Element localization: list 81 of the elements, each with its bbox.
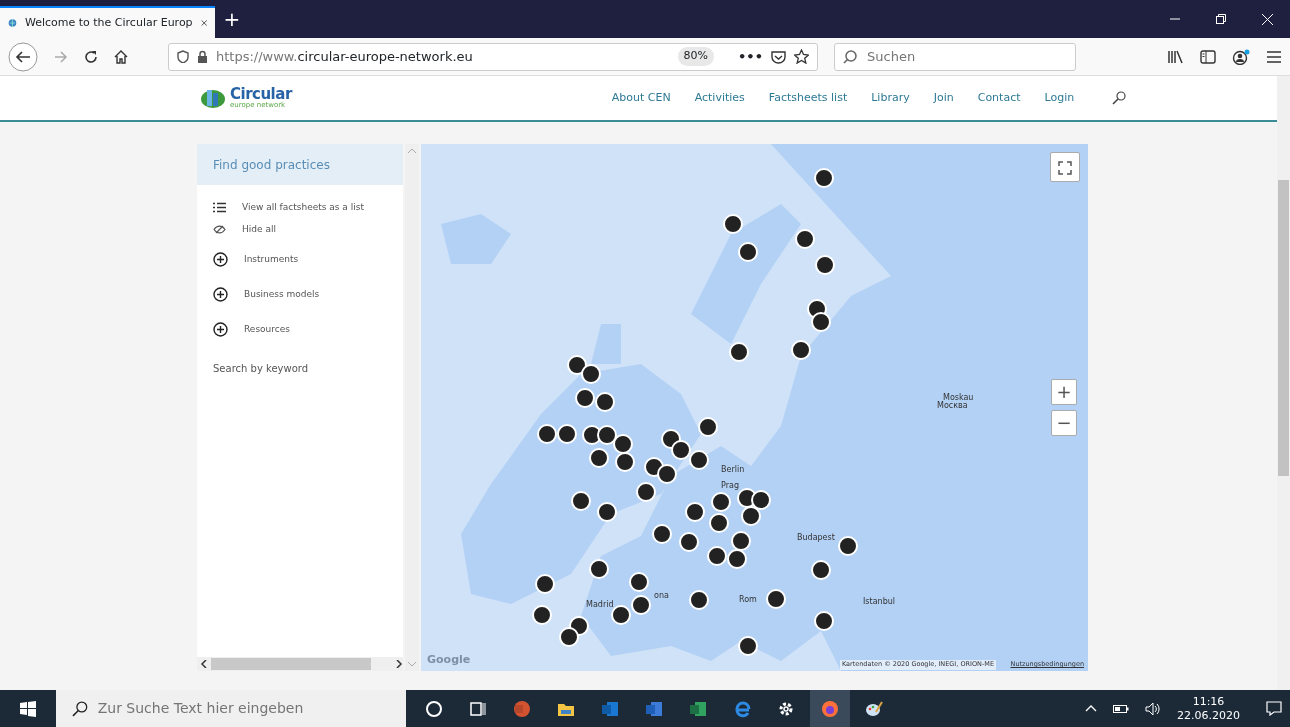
search-icon — [843, 49, 857, 64]
browser-tab[interactable]: Welcome to the Circular Europ — [0, 6, 215, 38]
nav-link[interactable]: About CEN — [611, 89, 671, 107]
zoom-out-button[interactable]: − — [1051, 410, 1077, 436]
mail-app-icon[interactable] — [601, 699, 619, 718]
firefox-icon[interactable] — [821, 699, 839, 718]
search-icon — [72, 700, 88, 717]
city-label: Budapest — [797, 532, 835, 544]
restore-icon[interactable] — [1216, 14, 1226, 24]
taskbar-clock[interactable]: 11:16 22.06.2020 — [1177, 694, 1240, 723]
category-toggle[interactable]: Resources — [213, 322, 387, 337]
battery-icon[interactable] — [1113, 703, 1129, 714]
logo-emblem-icon — [200, 87, 226, 109]
nav-link[interactable]: Library — [871, 89, 910, 107]
shield-icon — [177, 50, 189, 63]
home-icon[interactable] — [114, 49, 128, 64]
city-label: Москва — [937, 401, 968, 412]
back-icon[interactable] — [8, 41, 38, 72]
spreadsheet-app-icon[interactable] — [689, 699, 707, 718]
plus-circle-icon — [213, 287, 228, 302]
plus-circle-icon — [213, 252, 228, 267]
search-keyword-label: Search by keyword — [212, 362, 310, 376]
windows-logo-icon — [20, 700, 36, 717]
city-label: Madrid — [586, 599, 614, 611]
scroll-right-icon[interactable] — [395, 660, 403, 668]
category-toggle[interactable]: Instruments — [213, 252, 387, 267]
account-icon[interactable] — [1232, 48, 1250, 65]
nav-link[interactable]: Contact — [977, 89, 1021, 107]
presentation-app-icon[interactable] — [513, 699, 531, 718]
close-icon[interactable] — [1261, 13, 1273, 25]
menu-icon[interactable] — [1266, 49, 1282, 64]
search-box[interactable]: Suchen — [834, 42, 1076, 71]
reload-icon[interactable] — [84, 49, 98, 64]
pocket-icon[interactable] — [771, 49, 786, 64]
city-label: Istanbul — [863, 596, 895, 608]
panel-title: Find good practices — [197, 144, 403, 185]
city-label: Prag — [721, 480, 739, 492]
nav-link[interactable]: Join — [933, 89, 954, 107]
city-label: Berlin — [721, 464, 745, 476]
fullscreen-button[interactable] — [1050, 152, 1080, 182]
page-scrollbar[interactable] — [1277, 76, 1290, 690]
map-marker-icon[interactable] — [597, 425, 617, 445]
city-label: Rom — [739, 594, 757, 606]
sidebar-link[interactable]: Hide all — [213, 222, 387, 236]
zoom-level-badge[interactable]: 80% — [677, 47, 715, 66]
taskbar-search-field[interactable]: Zur Suche Text hier eingeben — [95, 697, 390, 720]
category-toggle[interactable]: Business models — [213, 287, 387, 302]
new-tab-button[interactable]: + — [215, 0, 249, 38]
search-field[interactable]: Suchen — [865, 45, 1065, 68]
more-actions-button[interactable]: ••• — [738, 46, 763, 67]
nav-link[interactable]: Login — [1044, 89, 1075, 107]
url-text[interactable]: https://www.circular-europe-network.eu — [216, 46, 670, 67]
zoom-in-button[interactable]: + — [1051, 379, 1077, 405]
city-label: ona — [654, 590, 669, 602]
map-provider-logo: Google — [427, 651, 471, 668]
notification-icon[interactable] — [1266, 701, 1282, 716]
city-label: Moskau — [943, 392, 974, 402]
scroll-left-icon[interactable] — [200, 660, 208, 668]
paint-palette-icon[interactable] — [865, 699, 883, 718]
globe-icon — [8, 16, 17, 30]
browser-e-icon[interactable] — [733, 699, 751, 718]
lock-icon — [197, 50, 208, 63]
nav-link[interactable]: Activities — [694, 89, 745, 107]
address-bar[interactable]: https://www.circular-europe-network.eu 80% ••• — [168, 42, 818, 71]
taskbar-search-box[interactable]: Zur Suche Text hier eingeben — [56, 690, 406, 727]
cortana-icon[interactable] — [425, 699, 443, 718]
horizontal-scrollbar-thumb[interactable] — [211, 658, 371, 670]
sidebar-icon[interactable] — [1200, 49, 1216, 64]
list-icon — [213, 202, 226, 214]
plus-circle-icon — [213, 322, 228, 337]
hidden-eye-icon — [213, 224, 226, 234]
chevron-up-icon[interactable] — [1085, 705, 1097, 712]
search-icon[interactable] — [1112, 91, 1127, 105]
speaker-icon[interactable] — [1145, 701, 1161, 716]
library-icon[interactable] — [1168, 49, 1184, 64]
nav-link[interactable]: Factsheets list — [768, 89, 848, 107]
star-icon[interactable] — [794, 49, 809, 64]
sidebar-link[interactable]: View all factsheets as a list — [213, 201, 387, 215]
fullscreen-icon — [1058, 161, 1072, 175]
document-app-icon[interactable] — [645, 699, 663, 718]
task-view-icon[interactable] — [469, 699, 487, 718]
